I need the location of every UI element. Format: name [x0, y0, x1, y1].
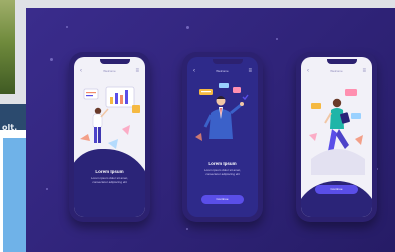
menu-icon[interactable]: ≡: [360, 68, 366, 74]
continue-button[interactable]: Continue: [201, 195, 244, 204]
sparkle-dot: [186, 228, 188, 230]
phone-mockup-2: ‹ Welcome ≡ Lorem Ipsum Lorem ipsum dolo…: [182, 52, 263, 222]
background-window[interactable]: olt.: [0, 104, 26, 252]
continue-button[interactable]: Continue: [315, 185, 358, 194]
phone-3-header-title: Welcome: [330, 69, 343, 73]
window-title-text: olt.: [2, 123, 18, 132]
sparkle-dot: [186, 26, 189, 29]
phone-notch: [327, 59, 357, 64]
sparkle-dot: [66, 26, 68, 28]
phone-3-screen: ‹ Welcome ≡ Continue: [301, 57, 372, 217]
phone-2-header-title: Welcome: [216, 69, 229, 73]
phone-1-header: ‹ Welcome ≡: [80, 68, 139, 74]
phone-1-card-text: Lorem ipsum dolor sit amet, consectetur …: [90, 176, 128, 184]
phone-2-card-title: Lorem Ipsum: [208, 161, 237, 166]
phone-notch: [213, 59, 243, 64]
phone-3-header: ‹ Welcome ≡: [307, 68, 366, 74]
window-content-area: [3, 138, 26, 252]
sparkle-dot: [276, 38, 278, 40]
menu-icon[interactable]: ≡: [246, 68, 252, 74]
phone-mockup-1: ‹ Welcome ≡ Lorem Ipsum Lorem ipsum dolo…: [69, 52, 150, 222]
app-showcase-image: ‹ Welcome ≡ Lorem Ipsum Lorem ipsum dolo…: [26, 8, 395, 252]
back-arrow-icon[interactable]: ‹: [193, 68, 199, 74]
phone-2-header: ‹ Welcome ≡: [193, 68, 252, 74]
sparkle-dot: [46, 188, 48, 190]
phone-2-screen: ‹ Welcome ≡ Lorem Ipsum Lorem ipsum dolo…: [187, 57, 258, 217]
phone-mockup-3: ‹ Welcome ≡ Continue: [296, 52, 377, 222]
menu-icon[interactable]: ≡: [133, 68, 139, 74]
phone-1-card-title: Lorem Ipsum: [95, 169, 124, 174]
person-with-tablet-illustration: [309, 89, 365, 175]
phone-1-screen: ‹ Welcome ≡ Lorem Ipsum Lorem ipsum dolo…: [74, 57, 145, 217]
phone-2-card-text: Lorem ipsum dolor sit amet, consectetur …: [203, 168, 241, 176]
phone-notch: [100, 59, 130, 64]
back-arrow-icon[interactable]: ‹: [307, 68, 313, 74]
analytics-illustration: [80, 86, 140, 149]
businessman-illustration: [195, 83, 249, 141]
phone-1-header-title: Welcome: [103, 69, 116, 73]
sparkle-dot: [50, 58, 53, 61]
back-arrow-icon[interactable]: ‹: [80, 68, 86, 74]
background-photo-thumbnail[interactable]: [0, 0, 15, 94]
